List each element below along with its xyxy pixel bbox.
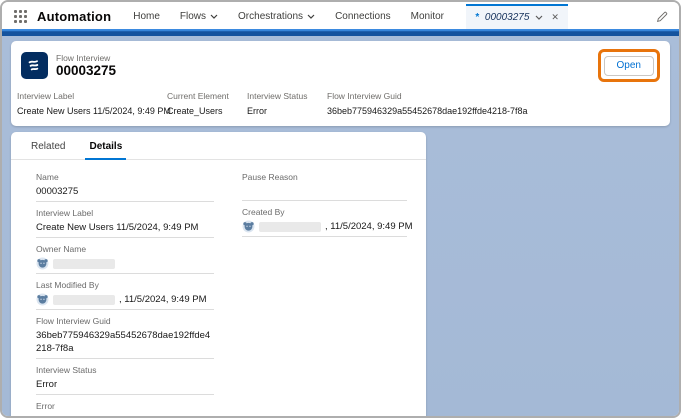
screenshot-frame: Automation Home Flows Orchestrations Con… <box>0 0 681 418</box>
open-button[interactable]: Open <box>604 56 654 76</box>
highlight-field-current-element: Current Element Create_Users <box>167 91 247 118</box>
tab-related[interactable]: Related <box>19 132 77 159</box>
redacted-user-name <box>53 259 115 269</box>
nav-item-label: Flows <box>180 11 206 22</box>
details-right-column: Pause Reason Created By <box>242 172 407 416</box>
field-label: Last Modified By <box>36 280 214 291</box>
nav-item-label: Home <box>133 11 160 22</box>
app-name: Automation <box>37 9 111 24</box>
field-value: Create New Users 11/5/2024, 9:49 PM <box>36 221 214 234</box>
page-title: 00003275 <box>56 63 116 78</box>
page-background: Flow Interview 00003275 Open Interview L… <box>2 36 679 416</box>
field-value: 36beb775946329a55452678dae192ffde4218-7f… <box>327 105 660 118</box>
nav-item-label: Orchestrations <box>238 11 303 22</box>
annotation-highlight-box: Open <box>598 49 660 82</box>
global-navigation-bar: Automation Home Flows Orchestrations Con… <box>2 2 679 29</box>
highlight-field-interview-label: Interview Label Create New Users 11/5/20… <box>17 91 167 118</box>
field-value: Create_Users <box>167 105 247 118</box>
record-tabs: Related Details <box>11 132 426 160</box>
field-label: Error <box>36 401 214 412</box>
nav-item-monitor[interactable]: Monitor <box>411 11 444 22</box>
field-flow-interview-guid: Flow Interview Guid 36beb775946329a55452… <box>36 316 214 359</box>
flow-interview-icon <box>21 52 48 79</box>
highlight-field-interview-status: Interview Status Error <box>247 91 327 118</box>
field-owner-name: Owner Name <box>36 244 214 274</box>
field-value: , 11/5/2024, 9:49 PM <box>119 293 207 306</box>
field-pause-reason: Pause Reason <box>242 172 407 201</box>
field-label: Pause Reason <box>242 172 407 183</box>
field-label: Flow Interview Guid <box>327 91 660 102</box>
field-value <box>242 185 407 197</box>
record-detail-card: Related Details Name 00003275 Interview … <box>11 132 426 416</box>
temp-tab-00003275[interactable]: * 00003275 ✕ <box>466 4 568 29</box>
field-label: Interview Status <box>36 365 214 376</box>
close-icon[interactable]: ✕ <box>551 12 559 23</box>
field-label: Interview Label <box>17 91 167 102</box>
field-error: Error This error occurred when the flow … <box>36 401 214 416</box>
record-header: Flow Interview 00003275 Open <box>11 41 670 89</box>
highlights-fields-row: Interview Label Create New Users 11/5/20… <box>11 89 670 118</box>
field-label: Owner Name <box>36 244 214 255</box>
unsaved-indicator: * <box>475 12 479 23</box>
field-value: 00003275 <box>36 185 214 198</box>
redacted-user-name <box>53 295 115 305</box>
user-avatar-icon <box>242 220 255 233</box>
field-label: Flow Interview Guid <box>36 316 214 327</box>
nav-item-label: Connections <box>335 11 391 22</box>
details-fields: Name 00003275 Interview Label Create New… <box>11 160 426 416</box>
redacted-user-name <box>259 222 321 232</box>
field-value: This error occurred when the flow tried … <box>36 414 214 416</box>
nav-item-orchestrations[interactable]: Orchestrations <box>238 11 315 22</box>
edit-page-pencil-icon[interactable] <box>655 10 669 24</box>
highlight-field-flow-interview-guid: Flow Interview Guid 36beb775946329a55452… <box>327 91 660 118</box>
field-value: , 11/5/2024, 9:49 PM <box>325 220 413 233</box>
brand-strip <box>2 29 679 36</box>
chevron-down-icon[interactable] <box>535 15 543 20</box>
highlights-panel: Flow Interview 00003275 Open Interview L… <box>11 41 670 126</box>
nav-item-flows[interactable]: Flows <box>180 11 218 22</box>
field-value: Create New Users 11/5/2024, 9:49 PM <box>17 105 167 118</box>
nav-item-connections[interactable]: Connections <box>335 11 391 22</box>
field-interview-label: Interview Label Create New Users 11/5/20… <box>36 208 214 238</box>
temp-tab-label: 00003275 <box>485 12 530 23</box>
chevron-down-icon <box>307 14 315 19</box>
entity-label: Flow Interview <box>56 53 116 63</box>
field-label: Current Element <box>167 91 247 102</box>
field-label: Interview Status <box>247 91 327 102</box>
field-label: Interview Label <box>36 208 214 219</box>
app-launcher-icon[interactable] <box>14 10 27 23</box>
field-value: Error <box>247 105 327 118</box>
details-left-column: Name 00003275 Interview Label Create New… <box>36 172 214 416</box>
user-avatar-icon <box>36 293 49 306</box>
field-created-by: Created By , 11/5/2024, 9: <box>242 207 407 237</box>
field-value: 36beb775946329a55452678dae192ffde4218-7f… <box>36 329 214 355</box>
user-avatar-icon <box>36 257 49 270</box>
chevron-down-icon <box>210 14 218 19</box>
field-interview-status: Interview Status Error <box>36 365 214 395</box>
nav-item-home[interactable]: Home <box>133 11 160 22</box>
field-label: Created By <box>242 207 407 218</box>
field-last-modified-by: Last Modified By , 11/5/20 <box>36 280 214 310</box>
tab-details[interactable]: Details <box>77 132 134 159</box>
field-value: Error <box>36 378 214 391</box>
field-label: Name <box>36 172 214 183</box>
field-name: Name 00003275 <box>36 172 214 202</box>
nav-item-label: Monitor <box>411 11 444 22</box>
